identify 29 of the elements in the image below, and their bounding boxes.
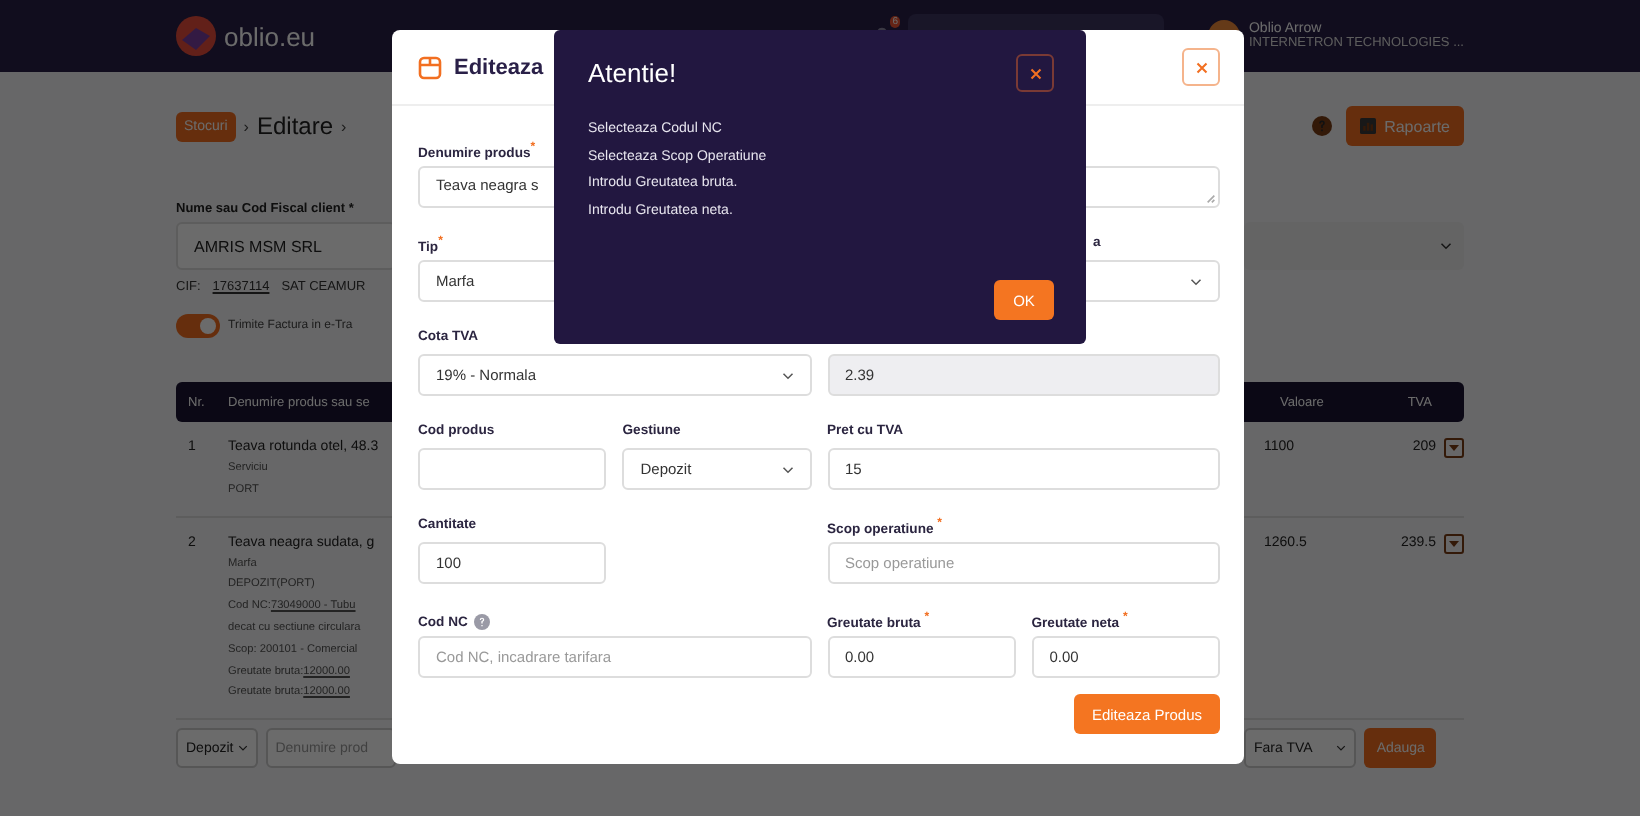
- resize-handle-icon[interactable]: [1206, 194, 1216, 204]
- close-icon: [1029, 67, 1041, 79]
- help-icon[interactable]: [473, 614, 490, 630]
- chevron-icon: [1336, 744, 1347, 753]
- alert-title: Atentie!: [588, 58, 677, 88]
- logo-icon: [176, 16, 216, 56]
- breadcrumb-separator: ›: [341, 117, 347, 135]
- dropdown-icon[interactable]: [1444, 533, 1464, 554]
- select-field[interactable]: [1244, 222, 1464, 270]
- chevron-icon: [1440, 242, 1452, 250]
- chevron-icon: [1190, 277, 1202, 285]
- product-code-field[interactable]: [418, 448, 607, 490]
- reports-button[interactable]: Rapoarte: [1346, 106, 1464, 146]
- chevron-icon: [781, 371, 793, 379]
- close-button[interactable]: [1182, 48, 1220, 86]
- close-button[interactable]: [1016, 54, 1054, 92]
- chevron-icon: [781, 465, 793, 473]
- toggle-switch[interactable]: [176, 314, 220, 338]
- chart-icon: [1360, 118, 1377, 134]
- chevron-icon: [237, 744, 248, 753]
- breadcrumb-separator: ›: [243, 117, 249, 135]
- close-icon: [1195, 61, 1207, 73]
- help-icon[interactable]: [1312, 116, 1333, 136]
- dropdown-icon[interactable]: [1444, 438, 1464, 458]
- logo-text[interactable]: oblio.eu: [224, 21, 316, 51]
- dialog-title: Editeaza: [454, 55, 544, 79]
- client-field[interactable]: AMRIS MSM SRL: [176, 222, 396, 270]
- box-icon: [418, 55, 442, 79]
- page-title: Editare: [256, 112, 333, 140]
